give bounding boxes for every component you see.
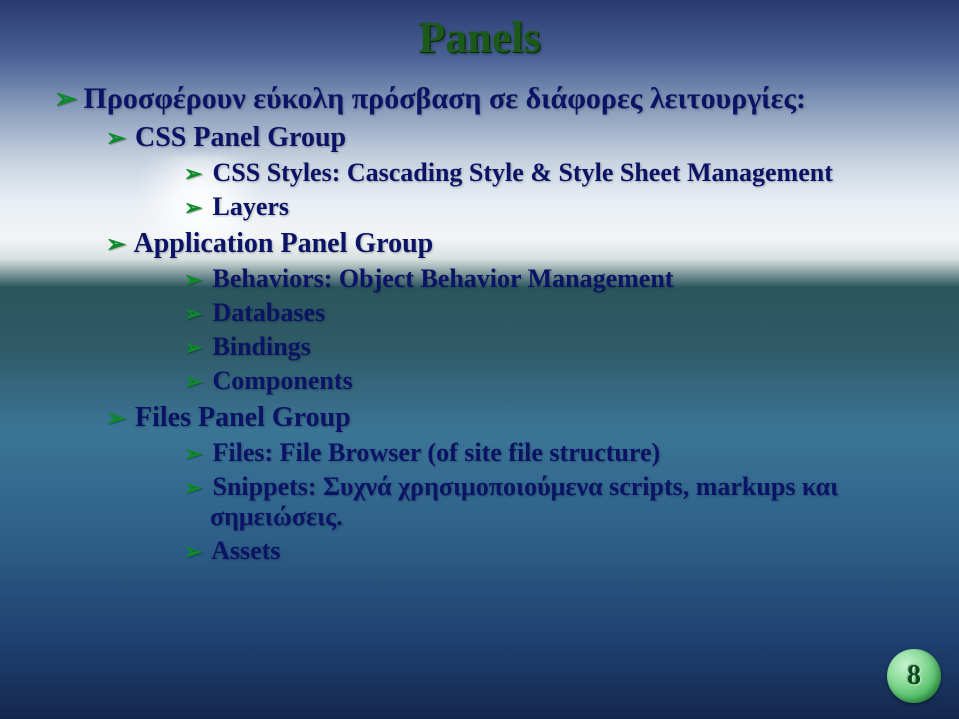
bullet-text: Assets	[211, 536, 280, 565]
bullet-text: CSS Panel Group	[135, 122, 346, 153]
bullet-icon: ➢	[106, 404, 128, 433]
slide-title: Panels	[0, 12, 959, 63]
list-item: ➢ Databases	[132, 298, 899, 328]
list-item: ➢ Files: File Browser (of site file stru…	[132, 438, 899, 468]
bullet-icon: ➢	[184, 161, 206, 187]
bullet-text: Databases	[213, 298, 326, 327]
bullet-text: Layers	[213, 192, 290, 221]
bullet-text: Application Panel Group	[133, 228, 433, 259]
bullet-icon: ➢	[54, 82, 76, 116]
slide: Panels ➢ Προσφέρουν εύκολη πρόσβαση σε δ…	[0, 0, 959, 719]
list-item: ➢ Behaviors: Object Behavior Management	[132, 264, 899, 294]
list-item: ➢ Layers	[132, 192, 899, 222]
list-item: ➢ Components	[132, 366, 899, 396]
list-item: ➢ Bindings	[132, 332, 899, 362]
bullet-text: CSS Styles: Cascading Style & Style Shee…	[213, 158, 833, 187]
bullet-list: ➢ Προσφέρουν εύκολη πρόσβαση σε διάφορες…	[50, 82, 899, 576]
list-item: ➢ Application Panel Group ➢ Behaviors: O…	[80, 228, 899, 396]
bullet-icon: ➢	[184, 267, 206, 293]
page-number: 8	[907, 660, 921, 692]
list-item: ➢ Snippets: Συχνά χρησιμοποιούμενα scrip…	[132, 472, 899, 532]
list-item: ➢ Files Panel Group ➢ Files: File Browse…	[80, 402, 899, 566]
bullet-text: Behaviors: Object Behavior Management	[213, 264, 674, 293]
bullet-icon: ➢	[184, 475, 206, 501]
bullet-icon: ➢	[184, 301, 206, 327]
bullet-icon: ➢	[106, 230, 128, 259]
bullet-icon: ➢	[184, 441, 206, 467]
bullet-text: Snippets: Συχνά χρησιμοποιούμενα scripts…	[210, 472, 838, 531]
list-item: ➢ Προσφέρουν εύκολη πρόσβαση σε διάφορες…	[50, 82, 899, 566]
bullet-text: Components	[213, 366, 353, 395]
slide-content: Panels ➢ Προσφέρουν εύκολη πρόσβαση σε δ…	[0, 0, 959, 719]
bullet-icon: ➢	[106, 124, 128, 153]
bullet-icon: ➢	[184, 539, 206, 565]
list-item: ➢ Assets	[132, 536, 899, 566]
page-number-badge: 8	[887, 649, 941, 703]
bullet-text: Files: File Browser (of site file struct…	[213, 438, 661, 467]
bullet-text: Προσφέρουν εύκολη πρόσβαση σε διάφορες λ…	[84, 82, 807, 115]
list-item: ➢ CSS Styles: Cascading Style & Style Sh…	[132, 158, 899, 188]
bullet-icon: ➢	[184, 195, 206, 221]
list-item: ➢ CSS Panel Group ➢ CSS Styles: Cascadin…	[80, 122, 899, 222]
bullet-text: Bindings	[213, 332, 311, 361]
bullet-icon: ➢	[184, 335, 206, 361]
bullet-icon: ➢	[184, 369, 206, 395]
bullet-text: Files Panel Group	[135, 402, 351, 433]
